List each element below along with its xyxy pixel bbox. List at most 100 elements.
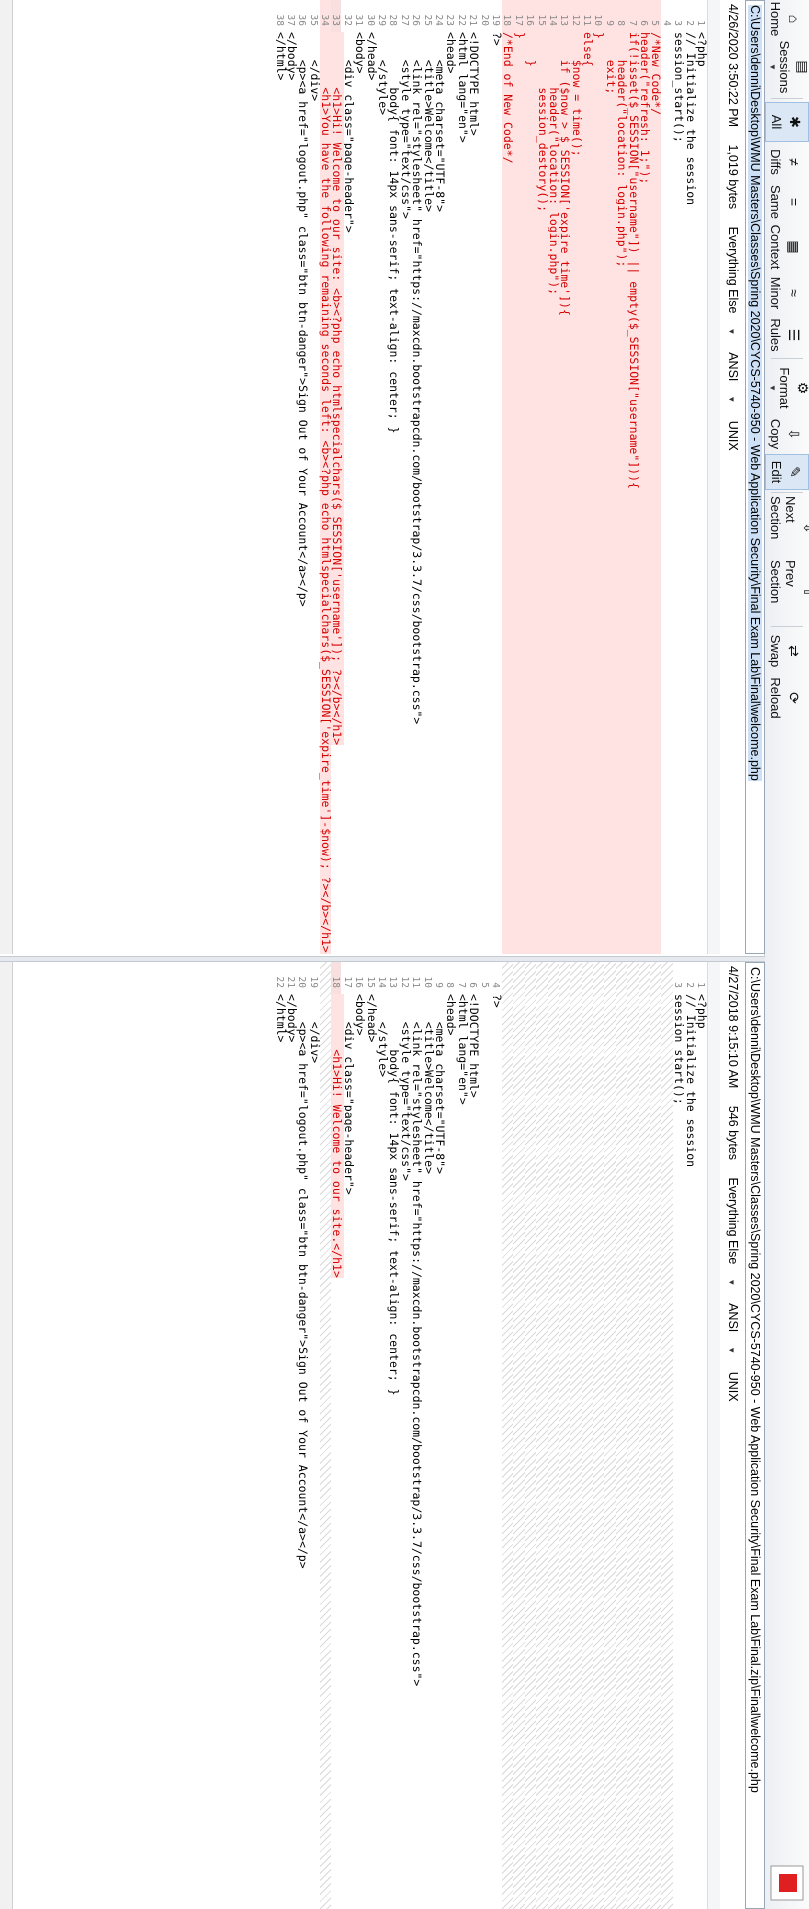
line-number: 32 xyxy=(341,14,353,26)
code-line[interactable]: 10} xyxy=(592,0,606,954)
left-encoding-select[interactable]: ANSI xyxy=(726,352,740,381)
code-line[interactable] xyxy=(581,962,594,1909)
chevron-down-icon[interactable]: ▼ xyxy=(727,1346,736,1354)
code-line[interactable]: 4 ?> xyxy=(490,962,504,1909)
code-line[interactable]: 4 xyxy=(661,0,672,954)
line-number: 33 xyxy=(330,0,342,32)
code-line[interactable]: 30</head> xyxy=(365,0,379,954)
code-line[interactable]: 37</body> xyxy=(285,0,299,954)
line-number: 4 xyxy=(660,20,672,26)
code-line[interactable] xyxy=(615,962,628,1909)
line-number: 15 xyxy=(535,14,547,26)
line-number: 29 xyxy=(376,14,388,26)
code-line[interactable] xyxy=(513,962,525,1909)
code-line[interactable]: 8 header("location: login.php"); xyxy=(615,0,629,954)
code-line[interactable] xyxy=(547,962,559,1909)
code-line[interactable] xyxy=(319,962,332,1909)
code-line[interactable] xyxy=(650,962,662,1909)
code-line[interactable]: 15 session_destory(); xyxy=(535,0,550,954)
toolbar-button-all[interactable]: ✱ All xyxy=(765,102,809,142)
line-number: 23 xyxy=(444,14,456,26)
right-filter-select[interactable]: Everything Else xyxy=(726,1178,740,1265)
code-line[interactable] xyxy=(627,962,639,1909)
code-line[interactable]: 20 <p><a href="logout.php" class="btn bt… xyxy=(296,962,310,1909)
line-number: 24 xyxy=(433,14,445,26)
code-line[interactable]: 29 </style> xyxy=(376,0,390,954)
right-horizontal-scrollbar[interactable] xyxy=(0,962,13,1909)
code-line[interactable]: 19 ?> xyxy=(490,0,504,954)
code-line[interactable] xyxy=(501,962,514,1909)
code-line[interactable]: 17 <div class="page-header"> xyxy=(342,962,356,1909)
code-line[interactable] xyxy=(524,962,537,1909)
code-line[interactable] xyxy=(558,962,571,1909)
code-line[interactable]: 18 <h1>Hi! Welcome to our site.</h1> xyxy=(330,962,345,1909)
chevron-down-icon[interactable]: ▼ xyxy=(768,63,777,71)
toolbar-button-diffs[interactable]: ≠ Diffs xyxy=(765,142,809,182)
toolbar-button-home[interactable]: ⌂ Home xyxy=(765,0,809,38)
chevron-down-icon[interactable]: ▼ xyxy=(727,395,736,403)
code-line[interactable]: 15</head> xyxy=(365,962,379,1909)
alert-flag-icon[interactable] xyxy=(769,1864,805,1904)
left-file-size: 1,019 bytes xyxy=(726,144,740,210)
code-line[interactable]: 21<!DOCTYPE html> xyxy=(467,0,481,954)
right-overview-bar[interactable] xyxy=(707,962,720,1909)
code-line[interactable]: 3 session_start(); xyxy=(672,0,686,954)
code-line[interactable]: 20 xyxy=(479,0,490,954)
left-overview-bar[interactable] xyxy=(707,0,720,954)
right-encoding-select[interactable]: ANSI xyxy=(726,1303,740,1332)
left-horizontal-scrollbar[interactable] xyxy=(0,0,13,954)
code-line[interactable]: 18 /*End of New Code*/ xyxy=(501,0,515,954)
toolbar-button-sessions[interactable]: ▤Sessions▼ xyxy=(765,38,809,96)
code-line[interactable]: 22 </html> xyxy=(274,962,288,1909)
code-line[interactable]: 21</body> xyxy=(285,962,299,1909)
code-line[interactable] xyxy=(638,962,651,1909)
line-number: 18 xyxy=(501,14,513,26)
code-line[interactable] xyxy=(661,962,673,1909)
line-number: 9 xyxy=(603,20,615,26)
code-line[interactable]: 22<html lang="en"> xyxy=(456,0,470,954)
toolbar-button-swap[interactable]: ⇄ Swap xyxy=(765,630,809,672)
toolbar-button-minor[interactable]: ≈ Minor xyxy=(765,272,809,314)
toolbar-button-context[interactable]: ▦ Context xyxy=(765,222,809,272)
left-filter-select[interactable]: Everything Else xyxy=(726,227,740,314)
code-line[interactable]: 2// Initialize the session xyxy=(684,0,698,954)
toolbar-button-edit[interactable]: ✎ Edit xyxy=(765,454,809,490)
chevron-down-icon[interactable]: ▼ xyxy=(727,1278,736,1286)
code-line[interactable]: 13 body{ font: 14px sans-serif; text-ali… xyxy=(387,962,401,1909)
left-code-view[interactable]: 1<?php 2// Initialize the session 3session… xyxy=(0,0,707,954)
code-line[interactable] xyxy=(604,962,616,1909)
code-line[interactable]: 3 session_start(); xyxy=(672,962,686,1909)
code-line[interactable]: 28 body{ font: 14px sans-serif; text-ali… xyxy=(387,0,401,954)
code-line[interactable]: 36 <p><a href="logout.php" class="btn bt… xyxy=(296,0,310,954)
code-line[interactable]: 34 <h1>You have the following remaining … xyxy=(319,0,333,954)
toolbar-button-reload[interactable]: ⟳ Reload xyxy=(765,672,809,724)
line-number: 20 xyxy=(478,14,490,26)
line-text: <h1>Hi! Welcome to our site.</h1> xyxy=(330,994,345,1278)
chevron-down-icon[interactable]: ▼ xyxy=(768,384,777,392)
toolbar-button-next-section[interactable]: ⇩Next Section xyxy=(765,496,809,560)
line-number: 5 xyxy=(649,20,661,26)
code-line[interactable] xyxy=(570,962,582,1909)
code-line[interactable]: 38 </html> xyxy=(274,0,288,954)
right-path-field[interactable]: C:\Users\denni\Desktop\WMU Masters\Class… xyxy=(745,962,765,1909)
code-line[interactable]: 9 exit; xyxy=(603,0,618,954)
toolbar-button-copy[interactable]: ⇩ Copy xyxy=(765,414,809,454)
toolbar-button-same[interactable]: = Same xyxy=(765,182,809,222)
right-code-view[interactable]: 1<?php 2// Initialize the session 3session… xyxy=(0,962,707,1909)
line-number: 1 xyxy=(695,20,706,26)
toolbar-button-rules[interactable]: ☰ Rules xyxy=(765,314,809,356)
right-lineending-select[interactable]: UNIX xyxy=(726,1372,740,1402)
code-line[interactable] xyxy=(536,962,548,1909)
chevron-down-icon[interactable]: ▼ xyxy=(727,327,736,335)
code-line[interactable] xyxy=(593,962,605,1909)
code-line[interactable]: 14 </style> xyxy=(376,962,390,1909)
left-lineending-select[interactable]: UNIX xyxy=(726,421,740,451)
toolbar-button-prev-section[interactable]: ⇧Prev Section xyxy=(765,560,809,624)
code-line[interactable]: 5 xyxy=(479,962,490,1909)
code-line[interactable]: 16 } xyxy=(524,0,538,954)
left-path-field[interactable]: C:\Users\denni\Desktop\WMU Masters\Class… xyxy=(745,0,765,954)
toolbar-button-format[interactable]: ⚙Format▼ xyxy=(765,362,809,414)
code-line[interactable]: 7<html lang="en"> xyxy=(456,962,470,1909)
asterisk-icon: ✱ xyxy=(787,116,803,128)
code-line[interactable]: 32 <div class="page-header"> xyxy=(341,0,356,954)
